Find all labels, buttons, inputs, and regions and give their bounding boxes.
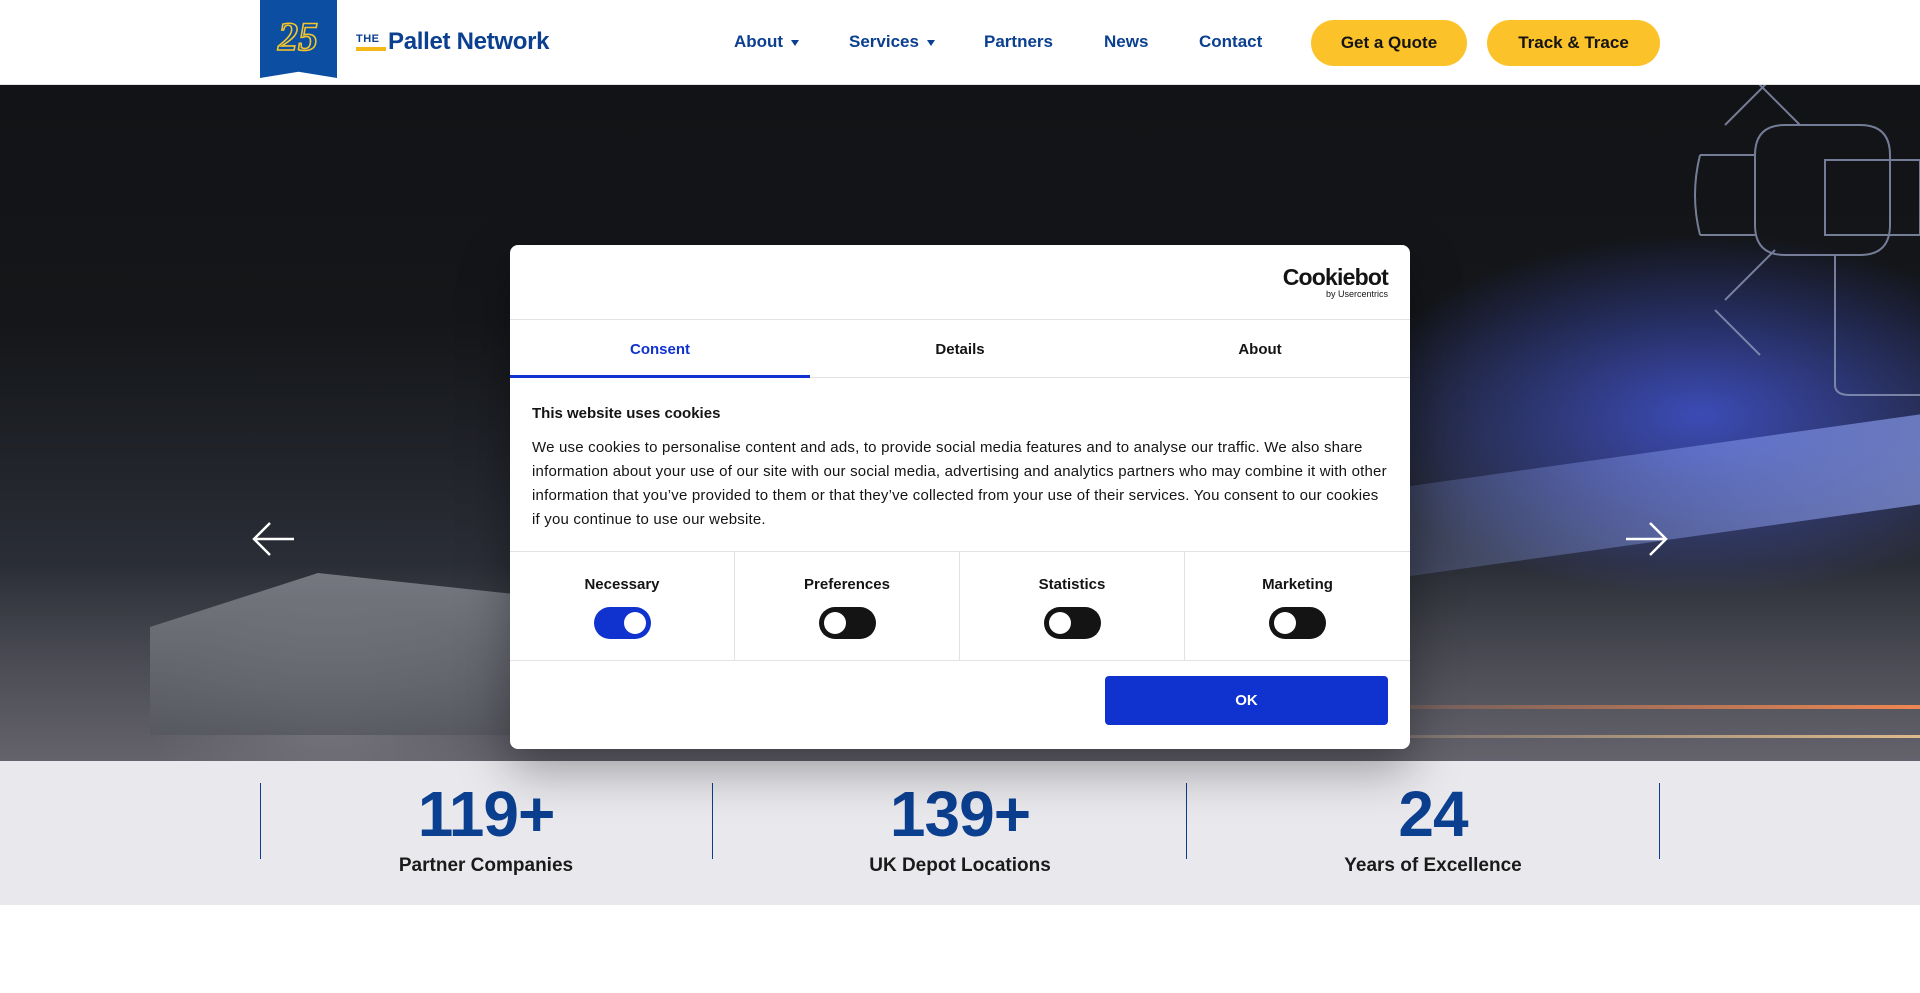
category-label: Necessary	[584, 576, 660, 593]
logo-accent-bar	[356, 47, 386, 51]
category-label: Preferences	[804, 576, 890, 593]
toggle-knob	[1049, 612, 1071, 634]
badge-number: 25	[277, 14, 318, 58]
necessary-toggle[interactable]	[594, 607, 651, 639]
cookie-categories: Necessary Preferences Statistics Marketi…	[510, 551, 1410, 661]
stat-label: UK Depot Locations	[869, 855, 1051, 876]
anniversary-badge[interactable]: 25	[260, 0, 337, 78]
track-and-trace-button[interactable]: Track & Trace	[1487, 20, 1660, 66]
statistics-toggle[interactable]	[1044, 607, 1101, 639]
category-statistics: Statistics	[960, 552, 1185, 661]
stat-value: 139+	[889, 778, 1031, 850]
category-necessary: Necessary	[510, 552, 735, 661]
dialog-header: Cookiebot by Usercentrics	[510, 245, 1410, 320]
toggle-knob	[1274, 612, 1296, 634]
dialog-tabs: Consent Details About	[510, 320, 1410, 378]
category-marketing: Marketing	[1185, 552, 1410, 661]
preferences-toggle[interactable]	[819, 607, 876, 639]
active-tab-indicator	[510, 375, 810, 378]
marketing-toggle[interactable]	[1269, 607, 1326, 639]
toggle-knob	[824, 612, 846, 634]
stat-years-of-excellence: 24 Years of Excellence	[1233, 779, 1633, 877]
decorative-outline-icon	[1694, 85, 1920, 396]
cookiebot-logo[interactable]: Cookiebot by Usercentrics	[1282, 264, 1389, 299]
nav-about[interactable]: About	[734, 32, 800, 52]
stat-divider	[1186, 783, 1187, 859]
stat-value: 24	[1398, 778, 1468, 850]
cookie-consent-dialog: Cookiebot by Usercentrics Consent Detail…	[510, 245, 1410, 749]
category-preferences: Preferences	[735, 552, 960, 661]
cookiebot-by: by Usercentrics	[1325, 289, 1388, 299]
nav-about-label: About	[734, 32, 784, 51]
chevron-down-icon	[926, 39, 935, 46]
nav-services-label: Services	[849, 32, 919, 51]
nav-news[interactable]: News	[1104, 32, 1148, 52]
stat-divider	[260, 783, 261, 859]
toggle-knob	[624, 612, 646, 634]
dialog-text: We use cookies to personalise content an…	[532, 439, 1387, 528]
stat-divider	[1659, 783, 1660, 859]
stat-label: Years of Excellence	[1344, 855, 1522, 876]
stat-value: 119+	[417, 778, 556, 850]
chevron-down-icon	[791, 39, 800, 46]
tab-about[interactable]: About	[1110, 320, 1410, 378]
dialog-body: This website uses cookies We use cookies…	[532, 405, 1388, 532]
category-label: Marketing	[1262, 576, 1333, 593]
site-header: 25 THE Pallet Network About Services Par…	[0, 0, 1920, 85]
category-label: Statistics	[1038, 576, 1106, 593]
stat-label: Partner Companies	[398, 855, 574, 876]
nav-partners[interactable]: Partners	[984, 32, 1053, 52]
ok-button[interactable]: OK	[1105, 676, 1388, 725]
nav-contact[interactable]: Contact	[1199, 32, 1262, 52]
dialog-heading: This website uses cookies	[532, 405, 721, 422]
stat-uk-depot-locations: 139+ UK Depot Locations	[760, 779, 1160, 877]
anniversary-25-icon: 25	[276, 14, 319, 58]
cookiebot-brand: Cookiebot	[1282, 264, 1389, 290]
arrow-right-icon[interactable]	[1624, 520, 1670, 558]
tab-consent[interactable]: Consent	[510, 320, 810, 378]
stat-divider	[712, 783, 713, 859]
arrow-left-icon[interactable]	[250, 520, 296, 558]
stats-bar: 119+ Partner Companies 139+ UK Depot Loc…	[0, 761, 1920, 905]
get-a-quote-button[interactable]: Get a Quote	[1311, 20, 1467, 66]
tab-details[interactable]: Details	[810, 320, 1110, 378]
logo-the: THE	[356, 33, 380, 45]
logo-name: Pallet Network	[388, 28, 550, 55]
nav-services[interactable]: Services	[849, 32, 935, 52]
stat-partner-companies: 119+ Partner Companies	[286, 779, 686, 877]
